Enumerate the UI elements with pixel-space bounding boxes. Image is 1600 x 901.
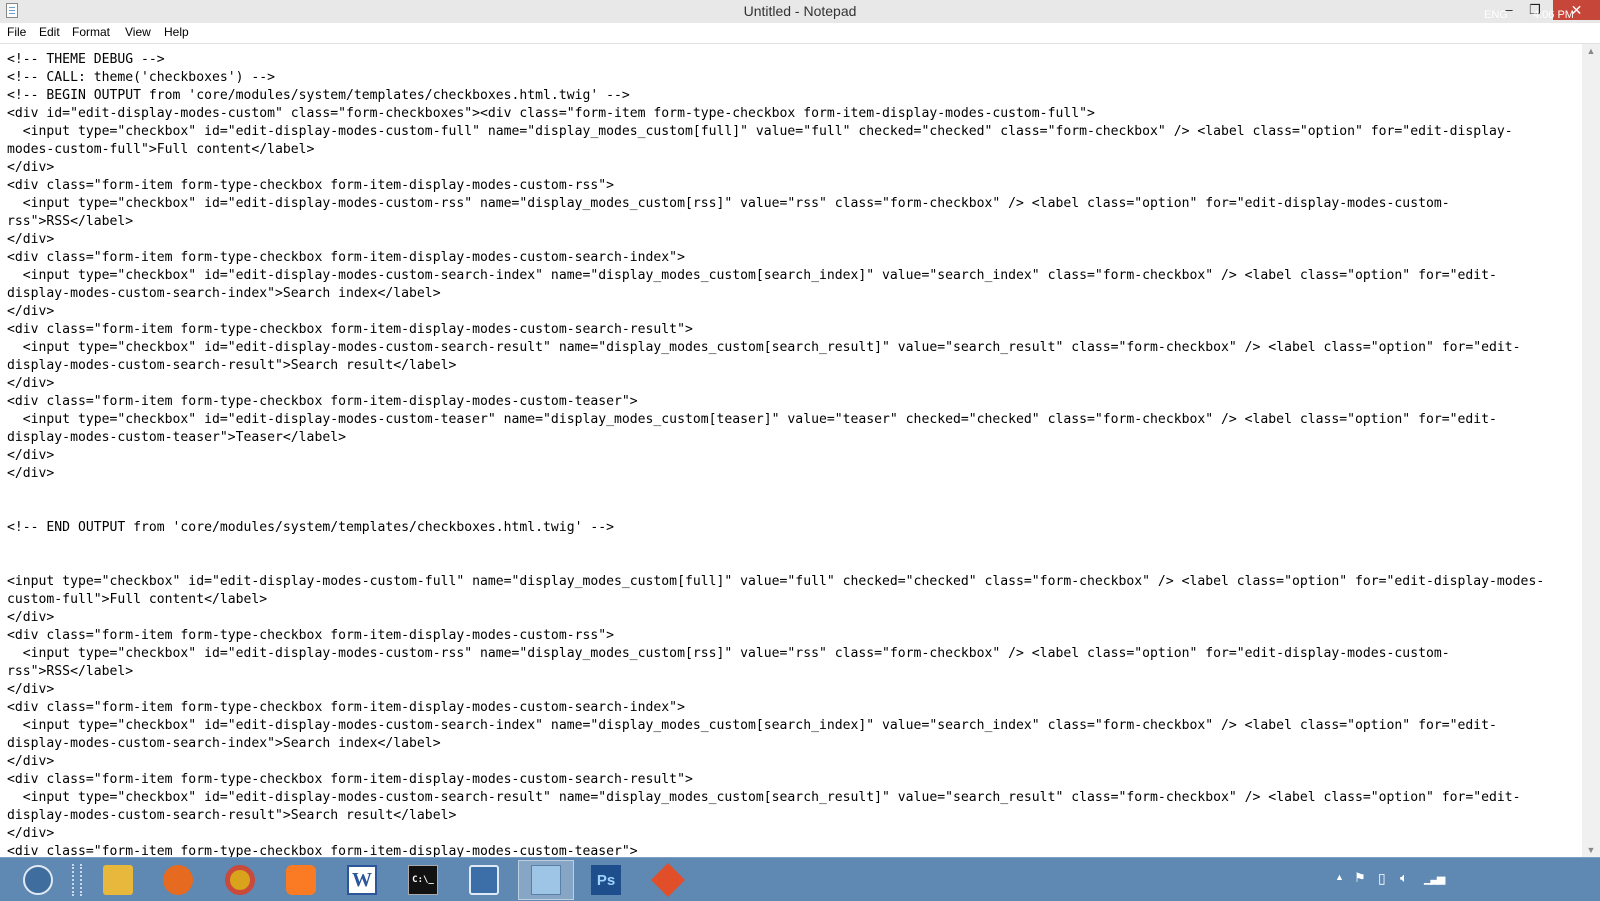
text-line: custom-full">Full content</label> (7, 592, 268, 607)
text-line: </div> (7, 160, 55, 175)
text-line: <!-- THEME DEBUG --> (7, 52, 165, 67)
text-line: <input type="checkbox" id="edit-display-… (7, 340, 1521, 355)
text-line: <input type="checkbox" id="edit-display-… (7, 718, 1497, 733)
text-editor-area[interactable]: <!-- THEME DEBUG --> <!-- CALL: theme('c… (0, 44, 1582, 857)
text-line: <div class="form-item form-type-checkbox… (7, 394, 638, 409)
notepad-icon (531, 865, 561, 895)
text-line: <input type="checkbox" id="edit-display-… (7, 196, 1450, 211)
text-line: <div class="form-item form-type-checkbox… (7, 844, 638, 857)
taskbar-grip (72, 864, 82, 896)
text-line: modes-custom-full">Full content</label> (7, 142, 315, 157)
text-line: <input type="checkbox" id="edit-display-… (7, 412, 1497, 427)
editor-icon (469, 865, 499, 895)
clock-date[interactable]: 1/25/14 (1536, 25, 1573, 37)
taskbar-word[interactable]: W (334, 860, 390, 900)
network-icon[interactable]: ▁▃▅ (1424, 872, 1445, 885)
menu-help[interactable]: Help (164, 25, 189, 39)
document-text[interactable]: <!-- THEME DEBUG --> <!-- CALL: theme('c… (0, 44, 1582, 857)
start-icon (23, 865, 53, 895)
text-line: </div> (7, 376, 55, 391)
taskbar-editor[interactable] (456, 860, 512, 900)
text-line: </div> (7, 448, 55, 463)
clock-time[interactable]: 4:06 PM (1533, 9, 1574, 21)
text-line: <!-- CALL: theme('checkboxes') --> (7, 70, 276, 85)
chrome-icon (225, 865, 255, 895)
text-line: display-modes-custom-search-index">Searc… (7, 736, 441, 751)
language-indicator[interactable]: ENG (1484, 9, 1508, 21)
show-hidden-icons-icon[interactable]: ▲ (1335, 872, 1344, 882)
text-line: </div> (7, 466, 55, 481)
taskbar-git[interactable] (640, 860, 696, 900)
taskbar-firefox[interactable] (150, 860, 206, 900)
text-line: </div> (7, 682, 55, 697)
text-line: <input type="checkbox" id="edit-display-… (7, 268, 1497, 283)
scroll-down-arrow-icon[interactable]: ▼ (1582, 845, 1600, 855)
text-line: <!-- BEGIN OUTPUT from 'core/modules/sys… (7, 88, 630, 103)
text-line: <div id="edit-display-modes-custom" clas… (7, 106, 1095, 121)
menu-view[interactable]: View (125, 25, 151, 39)
text-line: <input type="checkbox" id="edit-display-… (7, 646, 1450, 661)
region-indicator[interactable]: US (1489, 25, 1504, 37)
text-line: display-modes-custom-search-index">Searc… (7, 286, 441, 301)
file-explorer-icon (103, 865, 133, 895)
flag-icon[interactable]: ⚑ (1354, 870, 1366, 886)
text-line: display-modes-custom-teaser">Teaser</lab… (7, 430, 346, 445)
menu-format[interactable]: Format (72, 25, 110, 39)
volume-icon[interactable]: 🔈︎ (1400, 870, 1408, 886)
taskbar-file-explorer[interactable] (90, 860, 146, 900)
text-line: display-modes-custom-search-result">Sear… (7, 358, 457, 373)
taskbar-xampp[interactable] (273, 860, 329, 900)
scroll-up-arrow-icon[interactable]: ▲ (1582, 46, 1600, 56)
taskbar-chrome[interactable] (212, 860, 268, 900)
battery-icon[interactable]: ▯ (1378, 870, 1386, 887)
text-line: </div> (7, 304, 55, 319)
git-icon (651, 863, 685, 897)
text-line: <div class="form-item form-type-checkbox… (7, 322, 693, 337)
firefox-icon (163, 865, 193, 895)
text-line: rss">RSS</label> (7, 214, 134, 229)
menu-bar: File Edit Format View Help (0, 23, 1600, 44)
system-tray: ▲ ⚑ ▯ 🔈︎ ▁▃▅ (1335, 857, 1600, 900)
title-bar[interactable]: Untitled - Notepad – ❐ ✕ (0, 0, 1600, 24)
text-line: rss">RSS</label> (7, 664, 134, 679)
text-line: </div> (7, 826, 55, 841)
menu-edit[interactable]: Edit (39, 25, 60, 39)
taskbar-start[interactable] (10, 860, 66, 900)
text-line: <input type="checkbox" id="edit-display-… (7, 124, 1513, 139)
text-line: <!-- END OUTPUT from 'core/modules/syste… (7, 520, 614, 535)
text-line: </div> (7, 610, 55, 625)
text-line: display-modes-custom-search-result">Sear… (7, 808, 457, 823)
xampp-icon (286, 865, 316, 895)
text-line: <div class="form-item form-type-checkbox… (7, 250, 685, 265)
taskbar-notepad[interactable] (518, 860, 574, 900)
text-line: <div class="form-item form-type-checkbox… (7, 178, 614, 193)
text-line: <div class="form-item form-type-checkbox… (7, 772, 693, 787)
text-line: <div class="form-item form-type-checkbox… (7, 628, 614, 643)
cmd-icon: C:\_ (408, 865, 438, 895)
taskbar-command-prompt[interactable]: C:\_ (395, 860, 451, 900)
text-line: <div class="form-item form-type-checkbox… (7, 700, 685, 715)
text-line: </div> (7, 754, 55, 769)
text-line: </div> (7, 232, 55, 247)
window-title: Untitled - Notepad (743, 3, 857, 19)
photoshop-icon: Ps (591, 865, 621, 895)
menu-file[interactable]: File (7, 25, 26, 39)
vertical-scrollbar[interactable]: ▲ ▼ (1582, 44, 1600, 857)
word-icon: W (347, 865, 377, 895)
taskbar-photoshop[interactable]: Ps (578, 860, 634, 900)
text-line: <input type="checkbox" id="edit-display-… (7, 574, 1545, 589)
text-line: <input type="checkbox" id="edit-display-… (7, 790, 1521, 805)
